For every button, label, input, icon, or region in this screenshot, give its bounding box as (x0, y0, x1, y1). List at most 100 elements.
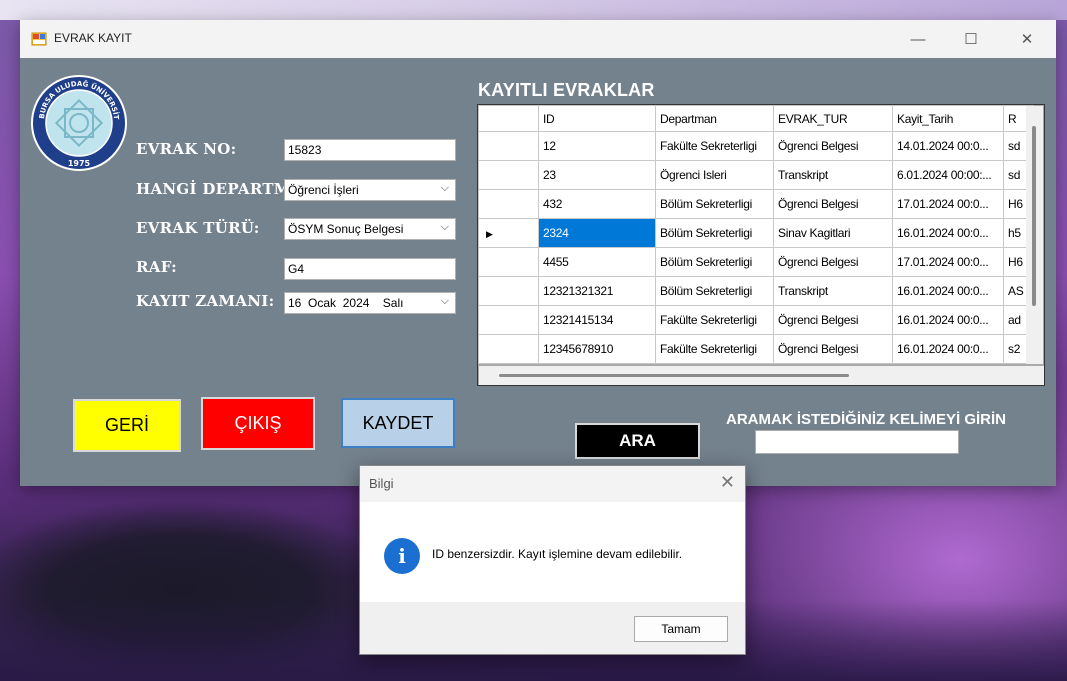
cell-id[interactable]: 12345678910 (538, 334, 656, 364)
cell-id[interactable]: 12321415134 (538, 305, 656, 335)
table-row-selected[interactable]: ▶ 2324 Bölüm Sekreterligi Sinav Kagitlar… (478, 218, 1034, 248)
cell-evrak-tur[interactable]: Sinav Kagitlari (773, 218, 893, 248)
table-row[interactable]: 12321415134 Fakülte Sekreterligi Ögrenci… (478, 305, 1034, 335)
dialog-title-bar: Bilgi ✕ (360, 466, 745, 502)
raf-field[interactable]: G4 (284, 258, 456, 280)
dialog-message: ID benzersizdir. Kayıt işlemine devam ed… (432, 547, 683, 561)
geri-button[interactable]: GERİ (73, 399, 181, 452)
kayit-zamani-datepicker[interactable]: 16 Ocak 2024 Salı ⌵ (284, 292, 456, 314)
dialog-ok-button[interactable]: Tamam (634, 616, 728, 642)
cell-evrak-tur[interactable]: Transkript (773, 160, 893, 190)
cell-departman[interactable]: Ögrenci Isleri (655, 160, 774, 190)
table-row[interactable]: 12 Fakülte Sekreterligi Ögrenci Belgesi … (478, 131, 1034, 161)
info-dialog: Bilgi ✕ i ID benzersizdir. Kayıt işlemin… (359, 465, 746, 655)
vertical-scrollbar[interactable] (1026, 106, 1043, 364)
close-window-button[interactable]: ✕ (1004, 20, 1050, 58)
date-month[interactable]: Ocak (308, 296, 336, 310)
university-logo: BURSA ULUDAĞ ÜNİVERSİTESİ 1975 (30, 65, 127, 171)
cell-departman[interactable]: Fakülte Sekreterligi (655, 131, 774, 161)
cell-kayit-tarih[interactable]: 14.01.2024 00:0... (892, 131, 1004, 161)
table-row[interactable]: 12321321321 Bölüm Sekreterligi Transkrip… (478, 276, 1034, 306)
cell-departman[interactable]: Bölüm Sekreterligi (655, 218, 774, 248)
cell-id[interactable]: 12 (538, 131, 656, 161)
column-header-evrak-tur[interactable]: EVRAK_TUR (773, 105, 893, 132)
records-grid[interactable]: ID Departman EVRAK_TUR Kayit_Tarih R 12 … (477, 104, 1045, 386)
chevron-down-icon: ⌵ (440, 221, 449, 233)
date-weekday[interactable]: Salı (383, 296, 404, 310)
cell-departman[interactable]: Bölüm Sekreterligi (655, 189, 774, 219)
evrak-turu-selected-value: ÖSYM Sonuç Belgesi (288, 222, 404, 236)
cell-kayit-tarih[interactable]: 17.01.2024 00:0... (892, 189, 1004, 219)
cell-id[interactable]: 12321321321 (538, 276, 656, 306)
table-row[interactable]: 23 Ögrenci Isleri Transkript 6.01.2024 0… (478, 160, 1034, 190)
row-header[interactable]: ▶ (478, 218, 539, 248)
evrak-turu-select[interactable]: ÖSYM Sonuç Belgesi ⌵ (284, 218, 456, 240)
column-header-kayit-tarih[interactable]: Kayit_Tarih (892, 105, 1004, 132)
dialog-close-icon[interactable]: ✕ (720, 472, 735, 493)
cikis-button[interactable]: ÇIKIŞ (201, 397, 315, 450)
cell-kayit-tarih[interactable]: 6.01.2024 00:00:... (892, 160, 1004, 190)
minimize-button[interactable]: — (895, 20, 941, 58)
cell-id[interactable]: 2324 (538, 218, 656, 248)
cell-kayit-tarih[interactable]: 16.01.2024 00:0... (892, 305, 1004, 335)
title-bar: EVRAK KAYIT — ☐ ✕ (20, 20, 1056, 58)
table-row[interactable]: 4455 Bölüm Sekreterligi Ögrenci Belgesi … (478, 247, 1034, 277)
departman-selected-value: Öğrenci İşleri (288, 183, 359, 197)
evrak-turu-label: EVRAK TÜRÜ: (136, 219, 260, 237)
cell-departman[interactable]: Bölüm Sekreterligi (655, 247, 774, 277)
maximize-button[interactable]: ☐ (948, 20, 994, 58)
cell-evrak-tur[interactable]: Ögrenci Belgesi (773, 247, 893, 277)
records-table: ID Departman EVRAK_TUR Kayit_Tarih R 12 … (478, 105, 1034, 364)
search-input[interactable] (755, 430, 959, 454)
vertical-scroll-thumb[interactable] (1032, 126, 1036, 306)
current-row-arrow-icon: ▶ (486, 229, 493, 239)
cell-evrak-tur[interactable]: Ögrenci Belgesi (773, 305, 893, 335)
cell-departman[interactable]: Bölüm Sekreterligi (655, 276, 774, 306)
main-window: EVRAK KAYIT — ☐ ✕ BURSA ULUDAĞ ÜNİVERSİT… (20, 20, 1056, 486)
column-header-departman[interactable]: Departman (655, 105, 774, 132)
row-header[interactable] (478, 247, 539, 277)
dialog-title: Bilgi (369, 476, 394, 491)
date-day[interactable]: 16 (288, 296, 301, 310)
horizontal-scrollbar[interactable] (479, 366, 1044, 385)
cell-kayit-tarih[interactable]: 17.01.2024 00:0... (892, 247, 1004, 277)
column-header-id[interactable]: ID (538, 105, 656, 132)
evrak-no-field[interactable]: 15823 (284, 139, 456, 161)
kaydet-button[interactable]: KAYDET (341, 398, 455, 448)
cell-departman[interactable]: Fakülte Sekreterligi (655, 305, 774, 335)
table-row[interactable]: 432 Bölüm Sekreterligi Ögrenci Belgesi 1… (478, 189, 1034, 219)
cell-evrak-tur[interactable]: Ögrenci Belgesi (773, 131, 893, 161)
row-header[interactable] (478, 305, 539, 335)
desktop-background-top (0, 0, 1067, 20)
cell-id[interactable]: 4455 (538, 247, 656, 277)
window-title: EVRAK KAYIT (54, 31, 132, 45)
departman-select[interactable]: Öğrenci İşleri ⌵ (284, 179, 456, 201)
chevron-down-icon: ⌵ (440, 182, 449, 194)
row-header[interactable] (478, 189, 539, 219)
raf-label: RAF: (136, 258, 177, 276)
cell-evrak-tur[interactable]: Ögrenci Belgesi (773, 334, 893, 364)
kayit-zamani-label: KAYIT ZAMANI: (136, 292, 275, 310)
cell-departman[interactable]: Fakülte Sekreterligi (655, 334, 774, 364)
cell-kayit-tarih[interactable]: 16.01.2024 00:0... (892, 218, 1004, 248)
app-icon (31, 32, 47, 46)
date-year[interactable]: 2024 (343, 296, 370, 310)
table-row[interactable]: 12345678910 Fakülte Sekreterligi Ögrenci… (478, 334, 1034, 364)
search-label: ARAMAK İSTEDİĞİNİZ KELİMEYİ GİRİN (726, 411, 1007, 428)
cell-evrak-tur[interactable]: Ögrenci Belgesi (773, 189, 893, 219)
cell-id[interactable]: 432 (538, 189, 656, 219)
table-header-row: ID Departman EVRAK_TUR Kayit_Tarih R (478, 105, 1034, 132)
ara-button[interactable]: ARA (575, 423, 700, 459)
horizontal-scroll-thumb[interactable] (499, 374, 849, 377)
cell-kayit-tarih[interactable]: 16.01.2024 00:0... (892, 334, 1004, 364)
cell-kayit-tarih[interactable]: 16.01.2024 00:0... (892, 276, 1004, 306)
row-header-corner (478, 105, 539, 132)
row-header[interactable] (478, 160, 539, 190)
row-header[interactable] (478, 276, 539, 306)
cell-evrak-tur[interactable]: Transkript (773, 276, 893, 306)
row-header[interactable] (478, 131, 539, 161)
chevron-down-icon: ⌵ (440, 295, 449, 307)
info-icon: i (384, 538, 420, 574)
row-header[interactable] (478, 334, 539, 364)
cell-id[interactable]: 23 (538, 160, 656, 190)
